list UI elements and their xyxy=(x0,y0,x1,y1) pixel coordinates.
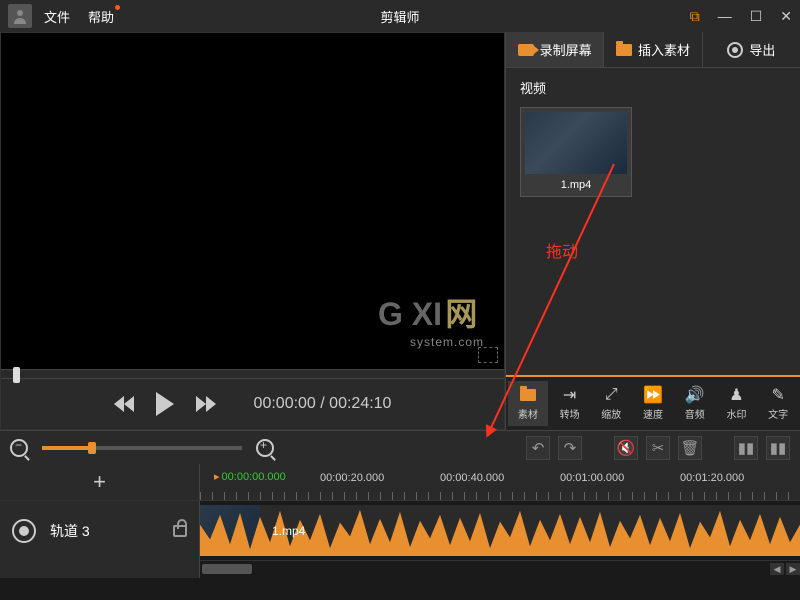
playhead-time: 00:00:00.000 xyxy=(214,470,286,483)
transition-icon: ⇥ xyxy=(560,386,580,404)
camera-icon xyxy=(518,44,534,56)
drag-hint-label: 拖动 xyxy=(546,238,578,262)
timeline-toolbar: ↶ ↷ 🔇 ✂ 🗑 ▮▮ ▮▮ xyxy=(0,430,800,464)
lock-icon[interactable] xyxy=(173,525,187,537)
ruler-mark: 00:01:20.000 xyxy=(680,472,744,484)
window-controls: ⧉ — ☐ ✕ xyxy=(690,8,792,25)
track-row: 轨道 3 1.mp4 xyxy=(0,500,800,560)
notification-dot-icon xyxy=(115,5,120,10)
zoom-slider[interactable] xyxy=(42,446,242,450)
minimize-button[interactable]: — xyxy=(718,8,732,24)
zoom-out-button[interactable] xyxy=(10,439,28,457)
film-reel-icon xyxy=(727,42,743,58)
maximize-button[interactable]: ☐ xyxy=(750,8,763,25)
preview-video[interactable]: G XI 网 system.com xyxy=(1,33,504,369)
right-panel: 录制屏幕 插入素材 导出 视频 1.mp4 拖动 素材 ⇥转场 ⤢缩放 ⏩速度 … xyxy=(505,32,800,430)
clip-label: 1.mp4 xyxy=(272,524,305,538)
ruler-ticks xyxy=(200,492,800,500)
app-title: 剪辑师 xyxy=(380,7,419,26)
scrollbar-thumb[interactable] xyxy=(202,564,252,574)
forward-button[interactable] xyxy=(196,396,216,412)
restore-button[interactable]: ⧉ xyxy=(690,8,700,25)
media-section-title: 视频 xyxy=(520,78,786,97)
redo-button[interactable]: ↷ xyxy=(558,436,582,460)
track-content[interactable]: 1.mp4 xyxy=(200,501,800,560)
cut-button[interactable]: ✂ xyxy=(646,436,670,460)
timeline-clip[interactable]: 1.mp4 xyxy=(200,505,800,556)
track-name-label: 轨道 3 xyxy=(50,521,159,541)
track-header: 轨道 3 xyxy=(0,501,200,560)
record-screen-button[interactable]: 录制屏幕 xyxy=(506,32,604,67)
menu-file[interactable]: 文件 xyxy=(44,7,70,26)
user-avatar[interactable] xyxy=(8,4,32,28)
scale-icon: ⤢ xyxy=(601,386,621,404)
media-library: 视频 1.mp4 拖动 xyxy=(506,68,800,375)
time-ruler[interactable]: 00:00:00.000 00:00:20.000 00:00:40.000 0… xyxy=(200,464,800,500)
stamp-icon: ♟ xyxy=(726,386,746,404)
seek-thumb[interactable] xyxy=(13,367,20,383)
undo-button[interactable]: ↶ xyxy=(526,436,550,460)
close-button[interactable]: ✕ xyxy=(780,8,792,25)
import-media-button[interactable]: 插入素材 xyxy=(604,32,702,67)
tab-text[interactable]: ✎文字 xyxy=(758,381,798,426)
folder-icon xyxy=(520,389,536,401)
timeline: + 00:00:00.000 00:00:20.000 00:00:40.000… xyxy=(0,464,800,600)
preview-panel: G XI 网 system.com 00:00:00 / 00:24:10 xyxy=(0,32,505,430)
top-actions: 录制屏幕 插入素材 导出 xyxy=(506,32,800,68)
scroll-left-icon[interactable]: ◀ xyxy=(770,563,784,575)
play-button[interactable] xyxy=(156,392,174,416)
scroll-row: ◀ ▶ xyxy=(0,560,800,578)
menu-help[interactable]: 帮助 xyxy=(88,7,114,26)
scroll-right-icon[interactable]: ▶ xyxy=(786,563,800,575)
speed-icon: ⏩ xyxy=(643,386,663,404)
watermark-overlay: G XI 网 system.com xyxy=(378,289,484,349)
tab-scale[interactable]: ⤢缩放 xyxy=(591,381,631,426)
export-button[interactable]: 导出 xyxy=(703,32,800,67)
tab-watermark[interactable]: ♟水印 xyxy=(717,381,757,426)
delete-button[interactable]: 🗑 xyxy=(678,436,702,460)
tool-tabs: 素材 ⇥转场 ⤢缩放 ⏩速度 🔊音频 ♟水印 ✎文字 xyxy=(506,375,800,430)
tab-audio[interactable]: 🔊音频 xyxy=(675,381,715,426)
video-track-icon xyxy=(12,519,36,543)
ruler-mark: 00:01:00.000 xyxy=(560,472,624,484)
seek-bar[interactable] xyxy=(1,369,504,379)
ruler-mark: 00:00:40.000 xyxy=(440,472,504,484)
add-track-header: + xyxy=(0,464,200,500)
tab-transition[interactable]: ⇥转场 xyxy=(550,381,590,426)
tab-material[interactable]: 素材 xyxy=(508,381,548,426)
main-menu: 文件 帮助 xyxy=(44,7,114,26)
fullscreen-icon[interactable] xyxy=(478,347,498,363)
add-track-button[interactable]: + xyxy=(93,469,106,495)
horizontal-scrollbar[interactable]: ◀ ▶ xyxy=(200,560,800,578)
speaker-icon: 🔊 xyxy=(685,386,705,404)
ruler-mark: 00:00:20.000 xyxy=(320,472,384,484)
zoom-in-button[interactable] xyxy=(256,439,274,457)
rewind-button[interactable] xyxy=(114,396,134,412)
pencil-icon: ✎ xyxy=(768,386,788,404)
levels-button-2[interactable]: ▮▮ xyxy=(766,436,790,460)
mute-button[interactable]: 🔇 xyxy=(614,436,638,460)
levels-button-1[interactable]: ▮▮ xyxy=(734,436,758,460)
zoom-thumb[interactable] xyxy=(88,442,96,454)
folder-icon xyxy=(616,44,632,56)
time-display: 00:00:00 / 00:24:10 xyxy=(254,395,392,413)
titlebar: 文件 帮助 剪辑师 ⧉ — ☐ ✕ xyxy=(0,0,800,32)
transport-controls: 00:00:00 / 00:24:10 xyxy=(1,379,504,429)
clip-name-label: 1.mp4 xyxy=(525,179,627,191)
media-clip-thumb[interactable]: 1.mp4 xyxy=(520,107,632,197)
ruler-row: + 00:00:00.000 00:00:20.000 00:00:40.000… xyxy=(0,464,800,500)
tab-speed[interactable]: ⏩速度 xyxy=(633,381,673,426)
main-area: G XI 网 system.com 00:00:00 / 00:24:10 录制… xyxy=(0,32,800,430)
